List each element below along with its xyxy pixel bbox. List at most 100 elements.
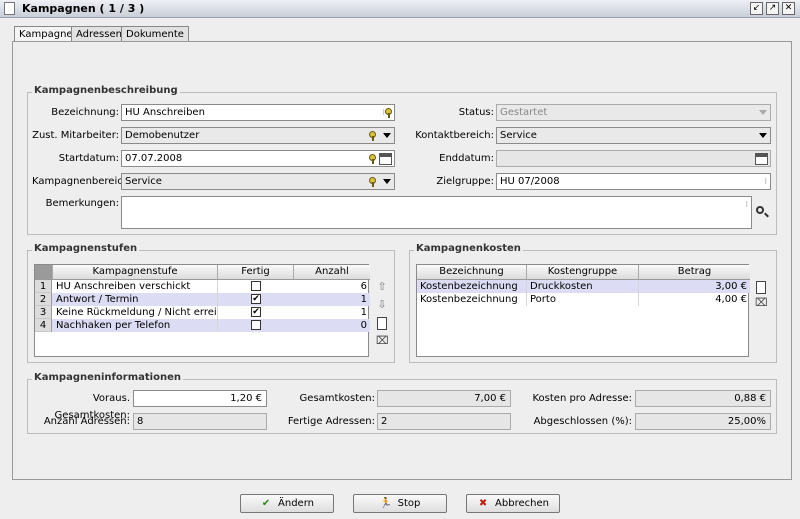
search-icon[interactable] <box>756 206 769 218</box>
resize-icon: ⁝ <box>745 200 748 209</box>
arrow-up-icon[interactable]: ⇧ <box>376 281 388 293</box>
column-header[interactable]: Bezeichnung <box>417 265 527 280</box>
group-title: Kampagneninformationen <box>32 372 183 383</box>
column-header[interactable]: Kampagnenstufe <box>53 265 218 280</box>
abgeschlossen-field: 25,00% <box>635 413 771 430</box>
table-row[interactable]: 4 Nachhaken per Telefon 0 <box>35 319 370 332</box>
group-title: Kampagnenstufen <box>32 243 140 254</box>
abgeschlossen-label: Abgeschlossen (%): <box>533 416 632 427</box>
mitarbeiter-label: Zust. Mitarbeiter: <box>32 130 119 141</box>
column-header[interactable]: Fertig <box>218 265 294 280</box>
stufe-anzahl: 0 <box>360 320 367 331</box>
fertig-checkbox[interactable] <box>251 320 261 330</box>
stop-button[interactable]: 🏃 Stop <box>353 494 447 513</box>
aendern-label: Ändern <box>278 498 314 509</box>
stufe-anzahl: 1 <box>360 294 367 305</box>
kosten-betrag: 3,00 € <box>715 281 747 292</box>
stufe-name: Nachhaken per Telefon <box>53 319 218 332</box>
gesamt-field: 7,00 € <box>377 390 511 407</box>
row-number: 4 <box>35 319 52 332</box>
bezeichnung-field[interactable]: HU Anschreiben ⁝ <box>121 104 395 121</box>
kosten-bezeichnung: Kostenbezeichnung <box>417 293 527 306</box>
mitarbeiter-select[interactable]: Demobenutzer <box>121 127 395 144</box>
stufe-name: Antwort / Termin <box>53 293 218 306</box>
stufe-anzahl: 6 <box>360 281 367 292</box>
enddatum-label: Enddatum: <box>439 153 494 164</box>
window-title: Kampagnen ( 1 / 3 ) <box>22 2 145 15</box>
title-bar: Kampagnen ( 1 / 3 ) ↙ ↗ ✕ <box>0 0 800 18</box>
kosten-bezeichnung: Kostenbezeichnung <box>417 280 527 293</box>
tab-content-panel: Kampagnenbeschreibung Bezeichnung: HU An… <box>12 41 792 480</box>
status-value: Gestartet <box>500 107 548 118</box>
enddatum-field[interactable] <box>496 150 771 167</box>
aendern-button[interactable]: ✔ Ändern <box>240 494 334 513</box>
stufe-name: Keine Rückmeldung / Nicht erreicht <box>53 306 218 319</box>
kosten-gruppe: Porto <box>527 293 639 306</box>
tab-dokumente[interactable]: Dokumente <box>121 26 189 42</box>
info-group: Kampagneninformationen Voraus. Gesamtkos… <box>27 372 777 434</box>
startdatum-field[interactable]: 07.07.2008 <box>121 150 395 167</box>
kosten-betrag: 4,00 € <box>715 294 747 305</box>
bemerkungen-textarea[interactable]: ⁝ <box>121 196 752 229</box>
status-label: Status: <box>458 107 494 118</box>
delete-icon[interactable]: ⌧ <box>755 297 768 309</box>
calendar-icon[interactable] <box>755 153 768 165</box>
abbrechen-button[interactable]: ✖ Abbrechen <box>466 494 560 513</box>
bezeichnung-value: HU Anschreiben <box>125 107 205 118</box>
kontaktbereich-value: Service <box>500 130 537 141</box>
maximize-icon[interactable]: ↗ <box>766 2 779 15</box>
fertig-checkbox[interactable] <box>251 281 261 291</box>
minimize-icon[interactable]: ↙ <box>750 2 763 15</box>
proadresse-label: Kosten pro Adresse: <box>532 393 632 404</box>
new-document-icon[interactable] <box>377 317 387 330</box>
key-icon <box>369 131 376 141</box>
key-icon <box>369 177 376 187</box>
stufe-anzahl: 1 <box>360 307 367 318</box>
running-man-icon: 🏃 <box>379 498 393 509</box>
calendar-icon[interactable] <box>379 153 392 165</box>
bezeichnung-label: Bezeichnung: <box>51 107 119 118</box>
voraus-field[interactable]: 1,20 € <box>133 390 267 407</box>
tab-adressen[interactable]: Adressen <box>71 26 127 42</box>
chevron-down-icon <box>759 133 767 138</box>
checkmark-icon: ✔ <box>261 498 271 509</box>
new-document-icon[interactable] <box>756 281 766 294</box>
anzahl-label: Anzahl Adressen: <box>43 416 130 427</box>
group-title: Kampagnenkosten <box>414 243 523 254</box>
status-select[interactable]: Gestartet <box>496 104 771 121</box>
bereich-value: Service <box>125 176 162 187</box>
column-header[interactable]: Betrag <box>639 265 750 280</box>
bemerkungen-label: Bemerkungen: <box>45 198 119 209</box>
table-row[interactable]: 3 Keine Rückmeldung / Nicht erreicht ✔ 1 <box>35 306 370 319</box>
fertige-label: Fertige Adressen: <box>287 416 375 427</box>
group-title: Kampagnenbeschreibung <box>32 85 180 96</box>
bereich-select[interactable]: Service <box>121 173 395 190</box>
zielgruppe-label: Zielgruppe: <box>436 176 494 187</box>
abbrechen-label: Abbrechen <box>495 498 549 509</box>
startdatum-value: 07.07.2008 <box>125 153 183 164</box>
fertige-field: 2 <box>377 413 511 430</box>
fertig-checkbox[interactable]: ✔ <box>251 307 261 317</box>
close-icon[interactable]: ✕ <box>782 2 795 15</box>
column-header[interactable]: Kostengruppe <box>527 265 639 280</box>
cancel-icon: ✖ <box>478 498 488 509</box>
key-icon <box>369 154 376 164</box>
stufen-table: Kampagnenstufe Fertig Anzahl 1 HU Anschr… <box>34 264 370 357</box>
row-number: 3 <box>35 306 52 319</box>
row-number: 1 <box>35 280 52 293</box>
table-row[interactable]: 2 Antwort / Termin ✔ 1 <box>35 293 370 306</box>
column-header[interactable]: Anzahl <box>294 265 370 280</box>
startdatum-label: Startdatum: <box>58 153 119 164</box>
kosten-gruppe: Druckkosten <box>527 280 639 293</box>
kontaktbereich-select[interactable]: Service <box>496 127 771 144</box>
arrow-down-icon[interactable]: ⇩ <box>376 299 388 311</box>
delete-icon[interactable]: ⌧ <box>376 335 389 347</box>
table-row[interactable]: 1 HU Anschreiben verschickt 6 <box>35 280 370 293</box>
chevron-down-icon <box>383 179 391 184</box>
fertig-checkbox[interactable]: ✔ <box>251 294 261 304</box>
table-row[interactable]: Kostenbezeichnung Porto 4,00 € <box>417 293 750 306</box>
stufen-group: Kampagnenstufen Kampagnenstufe Fertig An… <box>27 243 395 363</box>
table-row[interactable]: Kostenbezeichnung Druckkosten 3,00 € <box>417 280 750 293</box>
mitarbeiter-value: Demobenutzer <box>125 130 200 141</box>
zielgruppe-field[interactable]: HU 07/2008 ⁝ <box>496 173 771 190</box>
